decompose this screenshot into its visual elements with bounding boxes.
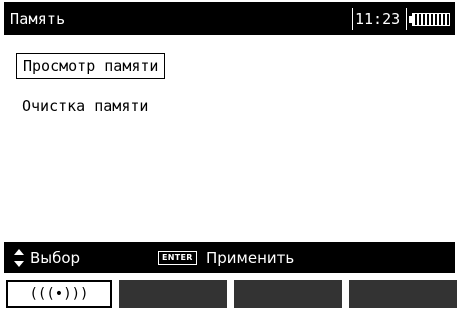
softkey-4[interactable]: [349, 280, 457, 308]
menu-item-view-memory[interactable]: Просмотр памяти: [16, 53, 166, 79]
title-divider: [406, 8, 407, 30]
softkey-2[interactable]: [119, 280, 227, 308]
clock: 11:23: [355, 10, 401, 28]
hint-select-label: Выбор: [30, 249, 81, 267]
screen-title: Память: [10, 10, 66, 28]
wireless-icon: (((•))): [29, 286, 89, 302]
title-divider: [352, 8, 353, 30]
battery-icon: [412, 13, 450, 26]
hint-bar: Выбор ENTER Применить: [4, 242, 455, 273]
menu-item-clear-memory[interactable]: Очистка памяти: [16, 94, 154, 118]
title-bar: Память 11:23: [4, 2, 455, 35]
device-screen: Память 11:23 Просмотр памяти Очистка пам…: [0, 0, 457, 309]
softkey-wireless[interactable]: (((•))): [6, 280, 112, 308]
softkey-3[interactable]: [234, 280, 342, 308]
hint-apply-label: Применить: [206, 249, 295, 267]
enter-key-icon: ENTER: [158, 251, 197, 265]
updown-arrows-icon: [14, 249, 24, 267]
